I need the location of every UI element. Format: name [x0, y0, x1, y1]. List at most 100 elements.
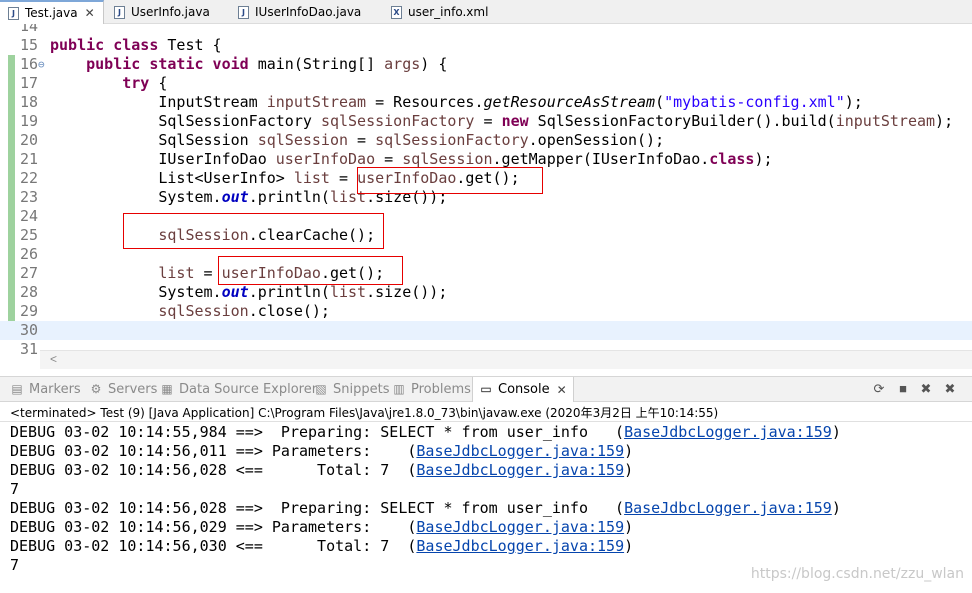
tab-test-java[interactable]: J Test.java ✕ — [0, 0, 104, 24]
problems-icon: ▥ — [393, 382, 405, 396]
tab-markers[interactable]: ▤ Markers — [10, 377, 81, 402]
scroll-left-icon[interactable]: < — [50, 352, 57, 366]
close-icon[interactable]: ✕ — [85, 6, 95, 20]
code-line[interactable]: 17 try { — [0, 74, 972, 93]
code-line[interactable]: 29 sqlSession.close(); — [0, 302, 972, 321]
code-token: = — [329, 169, 358, 187]
code-token: SqlSessionFactoryBuilder().build( — [528, 112, 836, 130]
code-line[interactable]: 15 public class Test { — [0, 36, 972, 55]
code-token: Test { — [167, 36, 222, 54]
editor-horizontal-scrollbar[interactable]: < — [40, 350, 972, 369]
tab-label: user_info.xml — [408, 5, 489, 19]
terminate-icon[interactable]: ■ — [895, 381, 911, 397]
source-link[interactable]: BaseJdbcLogger.java:159 — [624, 499, 832, 517]
code-line[interactable]: 28 System.out.println(list.size()); — [0, 283, 972, 302]
code-line[interactable]: 14 — [0, 24, 972, 36]
line-number: 22 — [19, 169, 38, 187]
code-token: List<UserInfo> — [50, 169, 294, 187]
line-number: 27 — [19, 264, 38, 282]
code-editor[interactable]: 14 15 public class Test {16 ⊖ public static… — [0, 24, 972, 369]
console-text: DEBUG 03-02 10:14:56,011 ==> Parameters:… — [10, 442, 417, 460]
tab-problems[interactable]: ▥ Problems — [392, 377, 471, 402]
code-token: ); — [754, 150, 773, 168]
tab-console[interactable]: ▭ Console ✕ — [472, 377, 574, 402]
source-link[interactable]: BaseJdbcLogger.java:159 — [416, 442, 624, 460]
xml-file-icon: X — [391, 5, 402, 19]
code-token: SqlSession — [50, 131, 258, 149]
code-token: IUserInfoDao — [50, 150, 276, 168]
line-number: 14 — [19, 24, 38, 35]
code-token: InputStream — [50, 93, 267, 111]
console-text: ) — [831, 499, 841, 517]
code-line[interactable]: 19 SqlSessionFactory sqlSessionFactory =… — [0, 112, 972, 131]
tab-iuserinfodao-java[interactable]: J IUserInfoDao.java — [230, 0, 361, 24]
markers-icon: ▤ — [11, 382, 23, 396]
console-status-header: <terminated> Test (9) [Java Application]… — [10, 406, 719, 420]
code-token: try — [122, 74, 150, 92]
code-token: = — [348, 131, 376, 149]
console-text: 7 — [10, 480, 20, 498]
line-number: 17 — [19, 74, 38, 92]
code-token: main(String[] — [257, 55, 385, 73]
line-number: 24 — [19, 207, 38, 225]
source-link[interactable]: BaseJdbcLogger.java:159 — [416, 461, 624, 479]
tab-snippets[interactable]: ▧ Snippets — [314, 377, 389, 402]
code-token: System. — [50, 283, 222, 301]
refresh-icon[interactable]: ⟳ — [871, 381, 887, 397]
code-token: list — [158, 264, 195, 282]
console-line: DEBUG 03-02 10:14:56,030 <== Total: 7 (B… — [10, 537, 633, 556]
code-line[interactable]: 27 list = userInfoDao.get(); — [0, 264, 972, 283]
source-link[interactable]: BaseJdbcLogger.java:159 — [416, 537, 624, 555]
data-source-icon: ▦ — [161, 382, 173, 396]
close-icon[interactable]: ✕ — [557, 383, 567, 397]
console-text: ) — [624, 442, 634, 460]
fold-icon[interactable]: ⊖ — [38, 55, 45, 74]
tab-data-source-explorer[interactable]: ▦ Data Source Explorer — [160, 377, 317, 402]
highlight-box-get-2 — [218, 256, 403, 285]
code-token: sqlSessionFactory — [320, 112, 475, 130]
tab-label: Problems — [411, 382, 471, 397]
console-text: ) — [624, 461, 634, 479]
line-number: 23 — [19, 188, 38, 206]
code-line[interactable]: 20 SqlSession sqlSession = sqlSessionFac… — [0, 131, 972, 150]
divider — [0, 421, 972, 422]
code-token: .close(); — [248, 302, 330, 320]
code-text: sqlSession.close(); — [50, 302, 330, 321]
code-token: .println( — [248, 283, 330, 301]
line-number: 28 — [19, 283, 38, 301]
console-line: 7 — [10, 556, 19, 575]
snippets-icon: ▧ — [315, 382, 327, 396]
highlight-box-clear-cache — [123, 213, 384, 249]
code-line[interactable]: 16 ⊖ public static void main(String[] arg… — [0, 55, 972, 74]
code-line[interactable]: 18 InputStream inputStream = Resources.g… — [0, 93, 972, 112]
console-text: ) — [624, 518, 634, 536]
console-text: DEBUG 03-02 10:14:56,028 <== Total: 7 ( — [10, 461, 417, 479]
code-token: .size()); — [366, 283, 448, 301]
code-token: sqlSession — [257, 131, 349, 149]
console-text: DEBUG 03-02 10:14:56,030 <== Total: 7 ( — [10, 537, 417, 555]
source-link[interactable]: BaseJdbcLogger.java:159 — [624, 423, 832, 441]
tab-label: IUserInfoDao.java — [255, 5, 362, 19]
code-token: sqlSessionFactory — [375, 131, 529, 149]
tab-servers[interactable]: ⚙ Servers — [89, 377, 158, 402]
tab-label: Markers — [29, 382, 81, 397]
code-text: try { — [50, 74, 167, 93]
code-token: .getMapper(IUserInfoDao. — [492, 150, 710, 168]
code-line[interactable]: 30 — [0, 321, 972, 340]
editor-tab-bar: J Test.java ✕ J UserInfo.java J IUserInf… — [0, 0, 972, 24]
tab-user-info-xml[interactable]: X user_info.xml — [383, 0, 488, 24]
remove-launch-icon[interactable]: ✖ — [918, 381, 934, 397]
code-token: new — [501, 112, 529, 130]
code-token: inputStream — [266, 93, 367, 111]
tab-label: Console — [498, 382, 550, 397]
source-link[interactable]: BaseJdbcLogger.java:159 — [416, 518, 624, 536]
remove-all-icon[interactable]: ✖ — [942, 381, 958, 397]
view-tab-bar: ▤ Markers ⚙ Servers ▦ Data Source Explor… — [0, 376, 972, 402]
console-line: 7 — [10, 480, 19, 499]
tab-userinfo-java[interactable]: J UserInfo.java — [106, 0, 210, 24]
code-token: ); — [935, 112, 954, 130]
highlight-box-get-1 — [357, 167, 543, 194]
code-text: System.out.println(list.size()); — [50, 283, 447, 302]
